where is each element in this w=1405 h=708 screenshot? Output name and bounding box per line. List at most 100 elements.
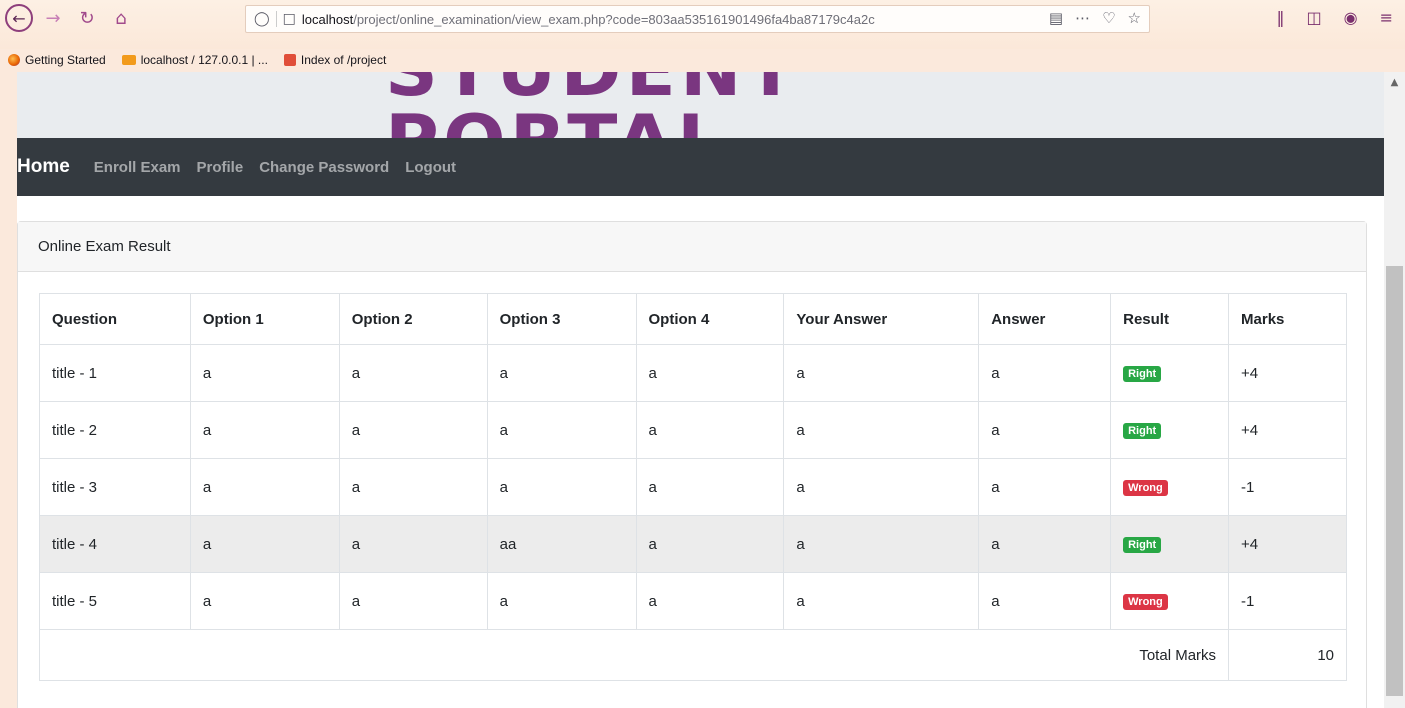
question-cell: title - 5 — [39, 572, 191, 630]
shield-icon[interactable]: ◯ — [254, 11, 270, 27]
url-separator — [275, 11, 277, 27]
nav-logout-link[interactable]: Logout — [405, 159, 456, 176]
option1-cell: a — [189, 344, 340, 402]
bookmark-star-icon[interactable]: ☆ — [1128, 9, 1141, 27]
answer-cell: a — [978, 515, 1112, 573]
firefox-icon — [8, 54, 20, 66]
bookmarks-toolbar: Getting Started localhost / 127.0.0.1 | … — [0, 49, 1405, 71]
column-header: Answer — [978, 293, 1112, 345]
marks-cell: +4 — [1228, 515, 1347, 573]
total-marks-label: Total Marks — [38, 629, 1230, 681]
nav-change-password-link[interactable]: Change Password — [259, 159, 389, 176]
question-cell: title - 1 — [39, 344, 191, 402]
question-cell: title - 2 — [39, 401, 191, 459]
your-answer-cell: a — [783, 515, 980, 573]
result-cell: Wrong — [1110, 572, 1230, 630]
phpmyadmin-icon — [121, 55, 136, 65]
marks-cell: +4 — [1228, 344, 1347, 402]
column-header: Marks — [1228, 293, 1347, 345]
option1-cell: a — [189, 458, 340, 516]
bookmark-phpmyadmin[interactable]: localhost / 127.0.0.1 | ... — [121, 53, 268, 67]
url-bar[interactable]: ◯ □ localhost/project/online_examination… — [245, 5, 1150, 33]
option4-cell: a — [635, 344, 785, 402]
exam-result-card: Online Exam Result Question Option 1 Opt… — [17, 221, 1367, 708]
nav-home-link[interactable]: Home — [17, 156, 70, 178]
result-table: Question Option 1 Option 2 Option 3 Opti… — [38, 293, 1347, 681]
your-answer-cell: a — [783, 344, 980, 402]
option1-cell: a — [189, 515, 340, 573]
forward-arrow-icon[interactable]: → — [42, 4, 64, 32]
reader-view-icon[interactable]: ▤ — [1049, 9, 1063, 27]
answer-cell: a — [978, 344, 1112, 402]
xampp-icon — [283, 54, 296, 66]
table-row: title - 3 a a a a a a Wrong -1 — [39, 458, 1347, 516]
url-host: localhost — [301, 11, 354, 27]
main-navbar: Home Enroll Exam Profile Change Password… — [17, 138, 1384, 196]
nav-enroll-exam-link[interactable]: Enroll Exam — [94, 159, 181, 176]
option2-cell: a — [338, 572, 488, 630]
column-header: Option 2 — [338, 293, 488, 345]
total-marks-value: 10 — [1228, 629, 1347, 681]
your-answer-cell: a — [783, 572, 980, 630]
column-header: Result — [1110, 293, 1230, 345]
back-arrow-icon[interactable]: ← — [5, 4, 33, 32]
option4-cell: a — [635, 515, 785, 573]
table-row: title - 4 a a aa a a a Right +4 — [39, 515, 1347, 573]
result-cell: Right — [1110, 515, 1230, 573]
table-row: title - 2 a a a a a a Right +4 — [39, 401, 1347, 459]
scroll-up-arrow-icon[interactable]: ▲ — [1384, 72, 1405, 92]
total-row: Total Marks 10 — [38, 629, 1347, 681]
table-row: title - 1 a a a a a a Right +4 — [39, 344, 1347, 402]
option3-cell: aa — [486, 515, 637, 573]
option3-cell: a — [486, 458, 637, 516]
result-badge-wrong: Wrong — [1123, 480, 1168, 496]
reload-icon[interactable]: ↻ — [76, 4, 98, 32]
sidebar-icon[interactable]: ◫ — [1307, 8, 1322, 27]
option1-cell: a — [189, 401, 340, 459]
page-scrollbar[interactable]: ▲ — [1384, 72, 1405, 708]
column-header: Your Answer — [783, 293, 980, 345]
pocket-icon[interactable]: ♡ — [1102, 9, 1115, 27]
option1-cell: a — [189, 572, 340, 630]
banner-title: STUDENT PORTAL — [385, 72, 1015, 138]
bookmark-getting-started[interactable]: Getting Started — [8, 53, 106, 67]
answer-cell: a — [978, 572, 1112, 630]
option2-cell: a — [338, 401, 488, 459]
option4-cell: a — [635, 401, 785, 459]
option3-cell: a — [486, 572, 637, 630]
toolbar-right-icons: ‖ ◫ ◉ ≡ — [1277, 8, 1394, 27]
option3-cell: a — [486, 344, 637, 402]
card-header: Online Exam Result — [18, 222, 1366, 272]
option3-cell: a — [486, 401, 637, 459]
bookmark-index-project[interactable]: Index of /project — [283, 53, 386, 67]
portal-banner: STUDENT PORTAL — [17, 72, 1384, 138]
nav-profile-link[interactable]: Profile — [197, 159, 244, 176]
column-header: Question — [39, 293, 191, 345]
column-header: Option 1 — [189, 293, 340, 345]
question-cell: title - 4 — [39, 515, 191, 573]
your-answer-cell: a — [783, 401, 980, 459]
more-actions-icon[interactable]: ⋯ — [1075, 9, 1090, 27]
marks-cell: -1 — [1228, 572, 1347, 630]
option2-cell: a — [338, 458, 488, 516]
question-cell: title - 3 — [39, 458, 191, 516]
result-cell: Wrong — [1110, 458, 1230, 516]
result-cell: Right — [1110, 344, 1230, 402]
table-row: title - 5 a a a a a a Wrong -1 — [39, 572, 1347, 630]
column-header: Option 4 — [635, 293, 785, 345]
scrollbar-thumb[interactable] — [1386, 266, 1403, 696]
menu-icon[interactable]: ≡ — [1380, 8, 1393, 27]
home-icon[interactable]: ⌂ — [108, 4, 134, 32]
your-answer-cell: a — [783, 458, 980, 516]
library-icon[interactable]: ‖ — [1277, 8, 1285, 27]
result-cell: Right — [1110, 401, 1230, 459]
account-icon[interactable]: ◉ — [1344, 8, 1358, 27]
option2-cell: a — [338, 344, 488, 402]
bookmark-label: localhost / 127.0.0.1 | ... — [140, 53, 268, 67]
page-icon[interactable]: □ — [283, 11, 296, 27]
result-badge-right: Right — [1123, 537, 1162, 553]
answer-cell: a — [978, 458, 1112, 516]
result-badge-right: Right — [1123, 366, 1162, 382]
url-path: /project/online_examination/view_exam.ph… — [353, 11, 875, 27]
result-badge-wrong: Wrong — [1123, 594, 1168, 610]
